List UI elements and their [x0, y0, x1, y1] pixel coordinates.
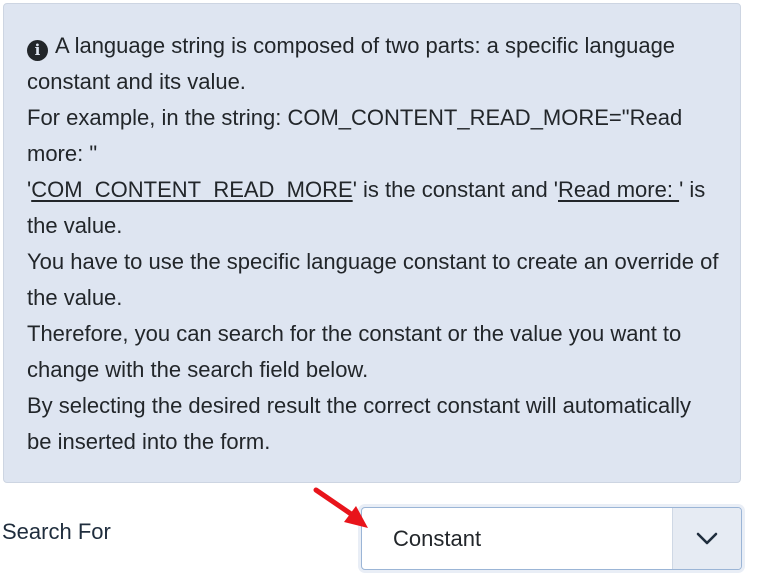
info-circle-icon: i [27, 40, 48, 61]
info-text-3-mid: ' is the constant and ' [352, 177, 558, 202]
info-line-5: Therefore, you can search for the consta… [27, 321, 682, 382]
info-line-3: 'COM_CONTENT_READ_MORE' is the constant … [27, 172, 720, 244]
search-for-label: Search For [2, 519, 111, 544]
search-type-select[interactable]: Constant [361, 507, 742, 570]
info-line-6: By selecting the desired result the corr… [27, 393, 691, 454]
chevron-down-icon [696, 532, 718, 544]
info-line-2: For example, in the string: COM_CONTENT_… [27, 105, 683, 166]
info-alert: iA language string is composed of two pa… [3, 3, 741, 483]
info-line-1: iA language string is composed of two pa… [27, 28, 720, 100]
example-constant: COM_CONTENT_READ_MORE [31, 177, 353, 202]
info-line-4: You have to use the specific language co… [27, 249, 719, 310]
select-toggle[interactable] [672, 508, 741, 569]
info-text-1: A language string is composed of two par… [27, 33, 676, 94]
search-type-selected-value: Constant [393, 526, 482, 551]
example-value: Read more: [558, 177, 680, 202]
red-arrow-annotation [313, 487, 368, 528]
